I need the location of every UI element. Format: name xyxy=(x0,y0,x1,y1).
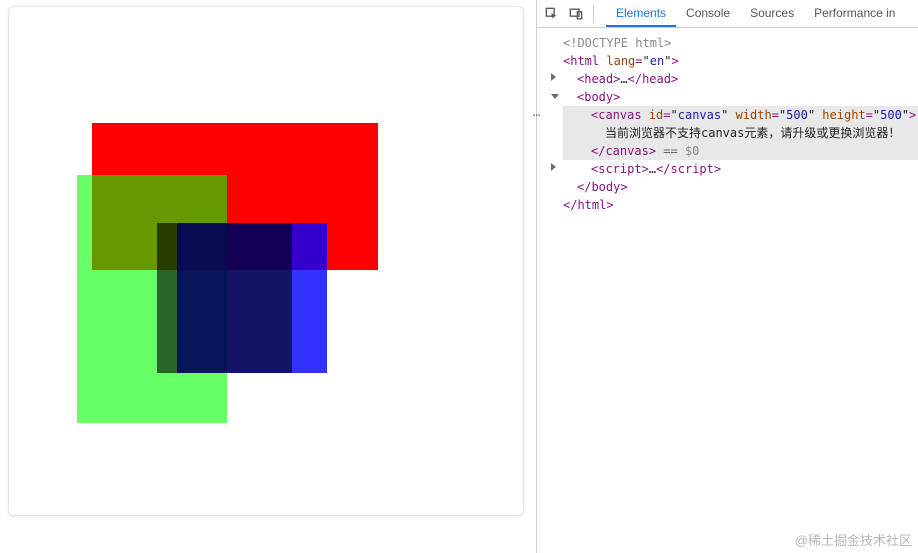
dom-doctype[interactable]: <!DOCTYPE html> xyxy=(563,34,918,52)
tab-elements[interactable]: Elements xyxy=(606,0,676,27)
dom-html-open[interactable]: <html lang="en"> xyxy=(563,52,918,70)
dom-head[interactable]: <head>…</head> xyxy=(563,70,918,88)
tab-sources[interactable]: Sources xyxy=(740,0,804,27)
dom-canvas-open[interactable]: ⋯<canvas id="canvas" width="500" height=… xyxy=(563,106,918,124)
canvas-surface xyxy=(17,15,517,515)
devtools-tabs: Elements Console Sources Performance in xyxy=(606,0,905,27)
canvas-rect-3 xyxy=(157,223,292,373)
dom-body-close[interactable]: </body> xyxy=(563,178,918,196)
device-toggle-icon[interactable] xyxy=(567,5,585,23)
tab-performance[interactable]: Performance in xyxy=(804,0,905,27)
page-preview-card xyxy=(8,6,524,516)
dom-html-close[interactable]: </html> xyxy=(563,196,918,214)
devtools-toolbar: Elements Console Sources Performance in xyxy=(537,0,918,28)
dom-canvas-close[interactable]: </canvas> == $0 xyxy=(563,142,918,160)
dom-canvas-fallback[interactable]: 当前浏览器不支持canvas元素，请升级或更换浏览器！ xyxy=(563,124,918,142)
toolbar-separator xyxy=(593,5,594,23)
watermark-text: @稀土掘金技术社区 xyxy=(795,530,912,549)
dom-script[interactable]: <script>…</script> xyxy=(563,160,918,178)
dom-body-open[interactable]: <body> xyxy=(563,88,918,106)
inspect-icon[interactable] xyxy=(543,5,561,23)
devtools-panel: Elements Console Sources Performance in … xyxy=(537,0,918,553)
tab-console[interactable]: Console xyxy=(676,0,740,27)
elements-tree: <!DOCTYPE html> <html lang="en"> <head>…… xyxy=(537,28,918,214)
